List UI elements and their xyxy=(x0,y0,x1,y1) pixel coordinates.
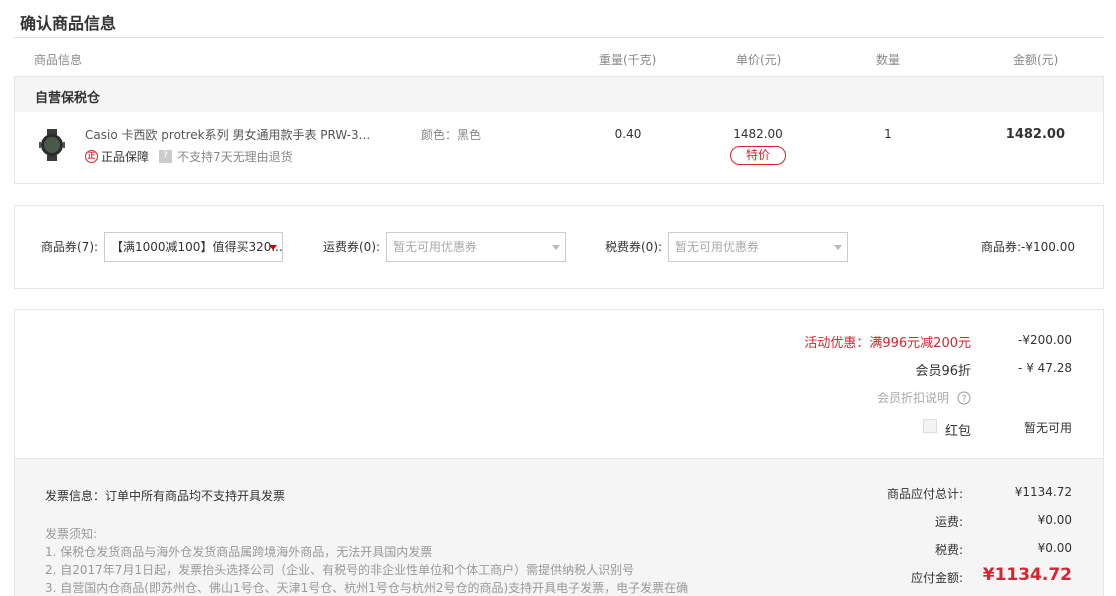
member-discount-help[interactable]: 会员折扣说明 ? xyxy=(877,389,971,406)
member-discount-label: 会员96折 xyxy=(915,364,971,379)
tax-coupon-select[interactable]: 暂无可用优惠券 xyxy=(668,232,848,262)
no-return-label: 不支持7天无理由退货 xyxy=(177,150,293,164)
goods-total-value: ¥1134.72 xyxy=(1014,485,1072,499)
item-price: 1482.00 xyxy=(733,127,783,141)
col-header-goods: 商品信息 xyxy=(34,53,83,67)
shipping-coupon-label: 运费券(0): xyxy=(323,240,381,254)
shipping-fee-label: 运费: xyxy=(934,515,963,529)
member-discount-help-label: 会员折扣说明 xyxy=(876,391,949,405)
chevron-down-icon xyxy=(269,245,277,250)
discount-panel: 活动优惠：满996元减200元 -¥200.00 会员96折 - ¥ 47.28… xyxy=(14,309,1104,459)
redpacket-checkbox[interactable] xyxy=(923,419,937,433)
invoice-note: 1. 保税仓发货商品与海外仓发货商品属跨境海外商品，无法开具国内发票 xyxy=(45,545,433,559)
goods-coupon-selected: 【满1000减100】值得买320... xyxy=(111,240,283,254)
shipping-coupon-placeholder: 暂无可用优惠券 xyxy=(393,240,478,254)
goods-coupon-total: 商品券:-¥100.00 xyxy=(981,240,1075,254)
no-return-notice: ? 不支持7天无理由退货 xyxy=(159,148,293,165)
coupon-panel: 商品券(7): 【满1000减100】值得买320... 运费券(0): 暂无可… xyxy=(14,205,1104,289)
col-header-weight: 重量(千克) xyxy=(599,53,657,67)
page-title: 确认商品信息 xyxy=(20,14,117,33)
chevron-down-icon xyxy=(834,245,842,250)
item-quantity: 1 xyxy=(884,127,892,141)
tax-coupon-placeholder: 暂无可用优惠券 xyxy=(675,240,760,254)
item-amount: 1482.00 xyxy=(1005,127,1065,142)
payable-amount-label: 应付金额: xyxy=(910,571,963,585)
goods-total-label: 商品应付总计: xyxy=(886,487,963,501)
tax-fee-label: 税费: xyxy=(934,543,963,557)
question-icon[interactable]: ? xyxy=(159,150,172,163)
col-header-price: 单价(元) xyxy=(736,53,782,67)
item-row: Casio 卡西欧 protrek系列 男女通用款手表 PRW-3... 颜色：… xyxy=(14,111,1104,184)
authentic-guarantee: 正 正品保障 xyxy=(85,148,149,165)
col-header-quantity: 数量 xyxy=(876,53,901,67)
payable-amount-value: ¥1134.72 xyxy=(982,565,1072,585)
goods-coupon-label: 商品券(7): xyxy=(41,240,99,254)
warehouse-bar: 自营保税仓 xyxy=(14,76,1104,112)
watch-image[interactable] xyxy=(39,129,65,161)
item-color: 颜色：黑色 xyxy=(421,128,482,142)
activity-discount-value: -¥200.00 xyxy=(1018,333,1072,347)
chevron-down-icon xyxy=(552,245,560,250)
title-divider xyxy=(14,37,1104,38)
item-weight: 0.40 xyxy=(614,127,642,141)
member-discount-value: - ¥ 47.28 xyxy=(1018,361,1072,375)
item-name-link[interactable]: Casio 卡西欧 protrek系列 男女通用款手表 PRW-3... xyxy=(85,126,370,143)
invoice-note: 3. 自营国内仓商品(即苏州仓、佛山1号仓、天津1号仓、杭州1号仓与杭州2号仓的… xyxy=(45,581,689,595)
col-header-amount: 金额(元) xyxy=(1013,53,1059,67)
invoice-note: 2. 自2017年7月1日起，发票抬头选择公司（企业、有税号的非企业性单位和个体… xyxy=(45,563,635,577)
goods-coupon-select[interactable]: 【满1000减100】值得买320... xyxy=(104,232,283,262)
shipping-coupon-select[interactable]: 暂无可用优惠券 xyxy=(386,232,566,262)
tax-fee-value: ¥0.00 xyxy=(1037,541,1072,555)
warehouse-name: 自营保税仓 xyxy=(35,91,101,106)
shipping-fee-value: ¥0.00 xyxy=(1037,513,1072,527)
activity-discount-label: 活动优惠：满996元减200元 xyxy=(804,336,971,351)
help-circle-icon: ? xyxy=(957,391,971,404)
invoice-info: 发票信息：订单中所有商品均不支持开具发票 xyxy=(45,489,286,503)
tax-coupon-label: 税费券(0): xyxy=(605,240,663,254)
redpacket-label: 红包 xyxy=(945,424,972,439)
redpacket-value: 暂无可用 xyxy=(1023,421,1072,435)
special-price-badge: 特价 xyxy=(730,146,786,165)
svg-text:?: ? xyxy=(962,394,967,404)
summary-panel: 发票信息：订单中所有商品均不支持开具发票 发票须知: 1. 保税仓发货商品与海外… xyxy=(14,458,1104,596)
invoice-notice-title: 发票须知: xyxy=(45,527,98,541)
authentic-label: 正品保障 xyxy=(101,150,150,164)
authentic-icon: 正 xyxy=(85,150,98,163)
